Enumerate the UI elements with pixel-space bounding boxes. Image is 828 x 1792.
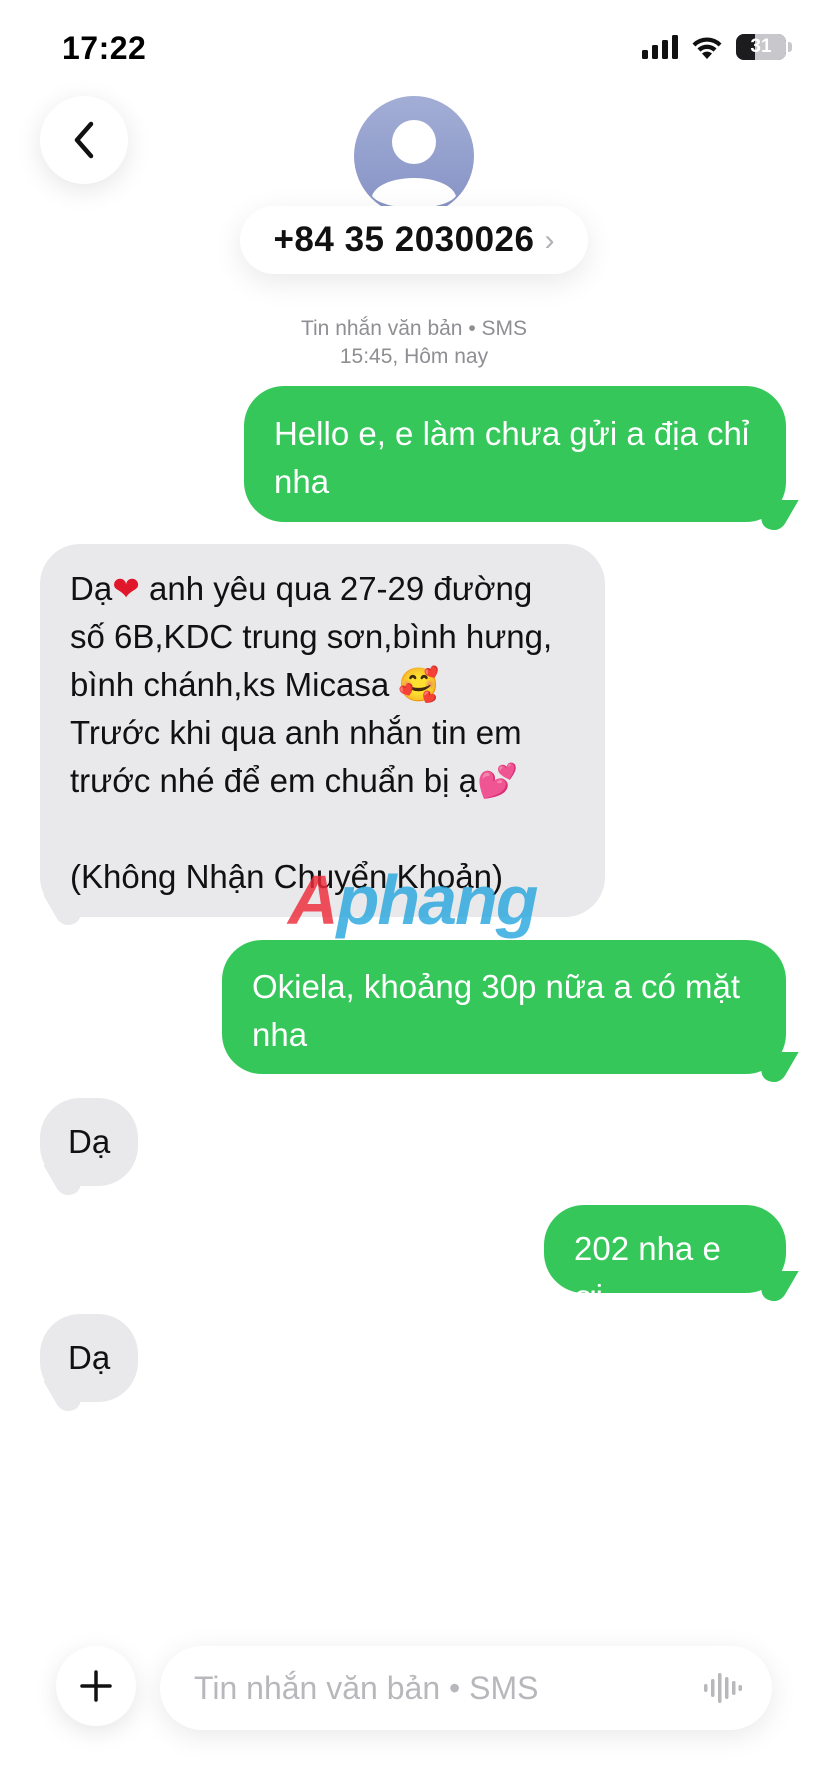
cellular-signal-icon xyxy=(642,35,678,59)
add-attachment-button[interactable] xyxy=(56,1646,136,1726)
contact-avatar-icon xyxy=(372,120,456,208)
message-input-container[interactable] xyxy=(160,1646,772,1730)
contact-name: +84 35 2030026 xyxy=(273,220,535,259)
wifi-icon xyxy=(692,36,722,59)
message-text-prefix: Dạ xyxy=(70,570,113,607)
waveform-icon[interactable] xyxy=(704,1671,742,1705)
message-bubble-outgoing[interactable]: 202 nha e ơi xyxy=(544,1205,786,1315)
status-time: 17:22 xyxy=(62,30,147,66)
watermark-logo: Aphang xyxy=(288,861,539,939)
chevron-right-icon: › xyxy=(544,224,555,257)
back-button[interactable] xyxy=(40,96,128,184)
plus-icon xyxy=(80,1670,112,1702)
status-icons: 31 xyxy=(642,34,792,60)
conversation-type-label: Tin nhắn văn bản • SMS xyxy=(300,317,528,340)
message-bubble-outgoing[interactable]: Hello e, e làm chưa gửi a địa chỉ nha xyxy=(244,386,786,522)
battery-cap xyxy=(788,42,792,52)
back-chevron-icon xyxy=(74,121,94,159)
message-text: anh yêu qua 27-29 đường số 6B,KDC trung … xyxy=(70,570,553,895)
contact-name-button[interactable]: +84 35 2030026 › xyxy=(240,206,588,274)
conversation-timestamp: 15:45, Hôm nay xyxy=(339,345,489,368)
message-input[interactable] xyxy=(192,1668,704,1708)
contact-avatar[interactable] xyxy=(354,96,474,216)
battery-icon: 31 xyxy=(736,34,786,60)
message-bubble-outgoing[interactable]: Okiela, khoảng 30p nữa a có mặt nha xyxy=(222,940,786,1074)
heart-emoji: ❤ xyxy=(112,570,140,607)
battery-level: 31 xyxy=(750,36,772,57)
